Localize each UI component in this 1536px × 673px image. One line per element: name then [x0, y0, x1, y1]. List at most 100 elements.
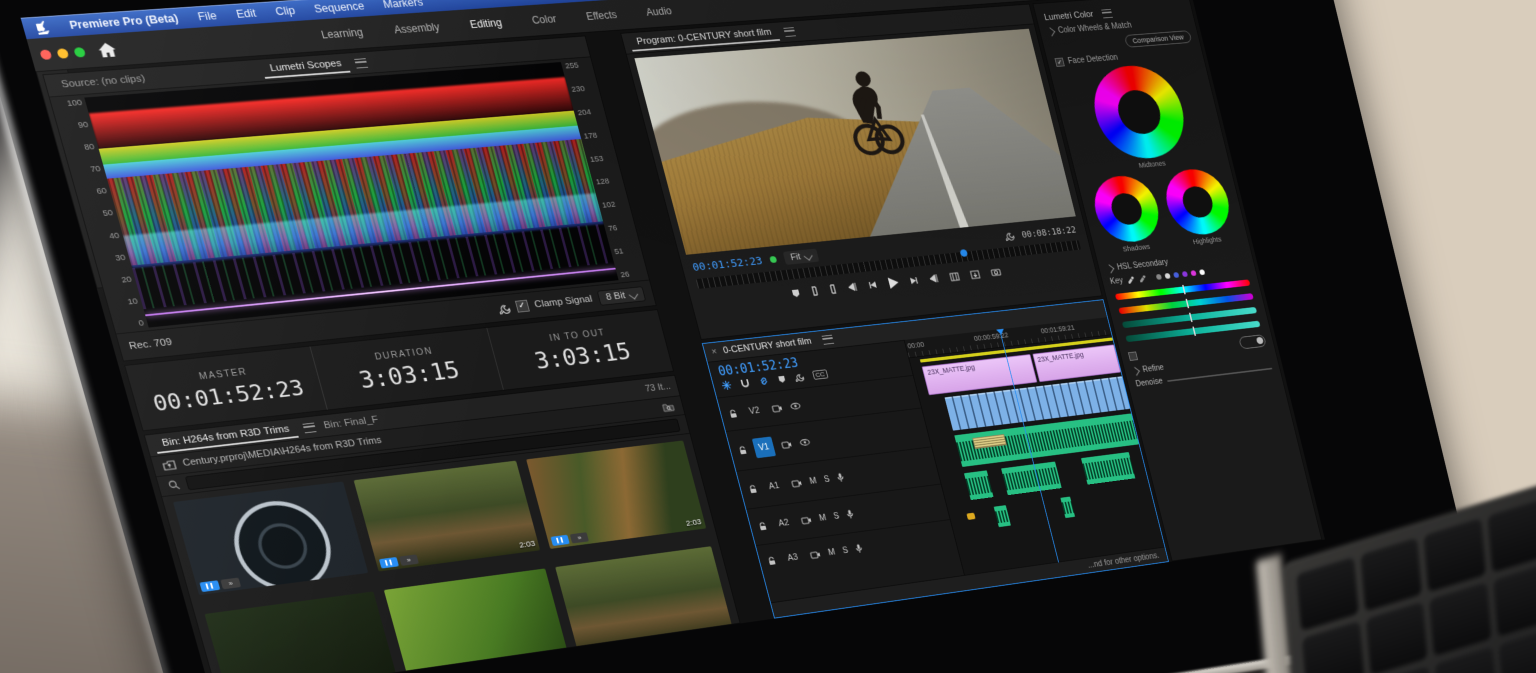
mic-icon[interactable]	[836, 472, 845, 482]
panel-menu-icon[interactable]	[783, 27, 796, 37]
track-label-a3[interactable]: A3	[782, 552, 804, 564]
mic-icon[interactable]	[855, 543, 864, 553]
source-patch-icon[interactable]	[809, 550, 821, 559]
midtones-wheel[interactable]	[1085, 63, 1194, 162]
menu-sequence[interactable]: Sequence	[313, 0, 366, 15]
menu-edit[interactable]: Edit	[235, 7, 258, 20]
mark-in-icon[interactable]	[810, 286, 819, 296]
solo-button[interactable]: S	[823, 475, 831, 484]
app-menu-title[interactable]: Premiere Pro (Beta)	[68, 12, 180, 32]
apple-icon[interactable]	[35, 20, 51, 34]
face-detection-checkbox[interactable]: ✓	[1054, 58, 1064, 67]
clip-thumbnail-forest[interactable]	[555, 546, 734, 656]
search-icon[interactable]	[167, 479, 181, 491]
comparison-view-button[interactable]: Comparison View	[1124, 30, 1193, 48]
shadows-wheel[interactable]	[1088, 173, 1166, 244]
tab-program-monitor[interactable]: Program: 0-CENTURY short film	[628, 24, 780, 51]
zoom-window-button[interactable]	[73, 47, 86, 57]
bit-depth-dropdown[interactable]: 8 Bit	[597, 286, 646, 306]
clip-thumbnail-wheel[interactable]: »	[173, 482, 368, 596]
menu-clip[interactable]: Clip	[274, 4, 297, 17]
timeline-settings-wrench-icon[interactable]	[794, 372, 805, 382]
export-frame-icon[interactable]	[990, 268, 1002, 277]
menu-file[interactable]: File	[196, 10, 218, 23]
add-marker-icon[interactable]	[777, 375, 786, 384]
eyedropper-icon[interactable]	[1126, 276, 1135, 285]
track-label-v2[interactable]: V2	[744, 405, 766, 417]
mute-button[interactable]: M	[809, 476, 818, 486]
mark-out-icon[interactable]	[829, 284, 838, 294]
section-expand-icon[interactable]	[1106, 264, 1114, 273]
panel-menu-icon[interactable]	[821, 334, 834, 344]
eye-icon[interactable]	[799, 438, 811, 446]
section-color-wheels[interactable]: Color Wheels & Match	[1057, 21, 1132, 35]
highlights-wheel[interactable]	[1159, 167, 1235, 238]
program-timecode[interactable]: 00:01:52:23	[691, 255, 764, 274]
go-to-in-icon[interactable]	[847, 282, 859, 293]
clip-audio-a2-3[interactable]	[1081, 452, 1135, 485]
wrench-icon[interactable]	[497, 302, 511, 314]
solo-button[interactable]: S	[842, 546, 850, 555]
program-video-frame[interactable]	[634, 29, 1075, 255]
extract-icon[interactable]	[969, 269, 980, 279]
linked-selection-icon[interactable]	[758, 376, 770, 386]
lock-icon[interactable]	[758, 521, 768, 531]
mic-icon[interactable]	[846, 509, 855, 519]
step-back-icon[interactable]	[868, 281, 878, 290]
clip-thumbnail-dark-forest[interactable]	[205, 591, 398, 673]
lock-icon[interactable]	[748, 484, 758, 494]
section-expand-icon[interactable]	[1047, 27, 1055, 36]
section-expand-icon[interactable]	[1131, 367, 1139, 376]
zoom-level-dropdown[interactable]: Fit	[783, 249, 820, 265]
clip-audio-a3-1[interactable]	[994, 505, 1011, 527]
tab-audio[interactable]: Audio	[630, 0, 687, 24]
source-patch-icon[interactable]	[781, 440, 793, 449]
tab-assembly[interactable]: Assembly	[377, 15, 456, 42]
mute-button[interactable]: M	[818, 513, 827, 523]
captions-icon[interactable]: CC	[812, 369, 828, 379]
source-patch-icon[interactable]	[771, 404, 783, 412]
play-button[interactable]	[887, 277, 900, 289]
add-marker-icon[interactable]	[791, 288, 801, 298]
tab-editing[interactable]: Editing	[454, 11, 519, 37]
panel-menu-icon[interactable]	[302, 422, 316, 433]
lock-icon[interactable]	[728, 409, 738, 419]
lock-icon[interactable]	[738, 445, 748, 455]
close-window-button[interactable]	[39, 49, 52, 60]
track-label-v1[interactable]: V1	[752, 436, 776, 458]
settings-wrench-icon[interactable]	[1004, 231, 1015, 241]
color-gray-toggle[interactable]	[1238, 334, 1266, 349]
minimize-window-button[interactable]	[56, 48, 69, 58]
refine-label[interactable]: Refine	[1142, 363, 1165, 374]
lock-icon[interactable]	[767, 556, 777, 566]
tab-learning[interactable]: Learning	[304, 20, 380, 47]
close-panel-icon[interactable]: ×	[710, 347, 718, 357]
clip-audio-a3-2[interactable]	[1060, 497, 1075, 519]
home-icon[interactable]	[96, 41, 119, 58]
solo-button[interactable]: S	[833, 511, 841, 520]
snap-magnet-icon[interactable]	[740, 378, 751, 388]
key-color-swatches[interactable]	[1156, 269, 1206, 280]
clip-thumbnail-moss[interactable]	[384, 568, 570, 673]
source-patch-icon[interactable]	[800, 516, 812, 525]
panel-menu-icon[interactable]	[1101, 9, 1113, 18]
tab-effects[interactable]: Effects	[570, 3, 633, 29]
tab-color[interactable]: Color	[516, 7, 573, 32]
menu-markers[interactable]: Markers	[382, 0, 425, 11]
go-to-out-icon[interactable]	[928, 273, 940, 284]
section-hsl-secondary[interactable]: HSL Secondary	[1116, 258, 1169, 272]
panel-menu-icon[interactable]	[354, 58, 368, 68]
navigate-up-icon[interactable]	[161, 459, 177, 470]
clip-thumbnail-forest-bike[interactable]: » 2:03	[353, 461, 540, 572]
show-mask-checkbox[interactable]	[1128, 351, 1138, 360]
clip-thumbnail-forest-floor[interactable]: » 2:03 C048_C026_010164...	[526, 440, 706, 548]
clip-audio-a2-2[interactable]	[1001, 461, 1062, 495]
step-forward-icon[interactable]	[909, 276, 919, 285]
track-label-a2[interactable]: A2	[773, 517, 795, 529]
insert-remove-sync-icon[interactable]	[721, 380, 732, 390]
eye-icon[interactable]	[789, 402, 801, 410]
eyedropper-plus-icon[interactable]	[1138, 274, 1147, 283]
tab-lumetri-color[interactable]: Lumetri Color	[1043, 10, 1094, 23]
source-patch-icon[interactable]	[791, 479, 803, 488]
clip-audio-a2-1[interactable]	[964, 470, 993, 500]
